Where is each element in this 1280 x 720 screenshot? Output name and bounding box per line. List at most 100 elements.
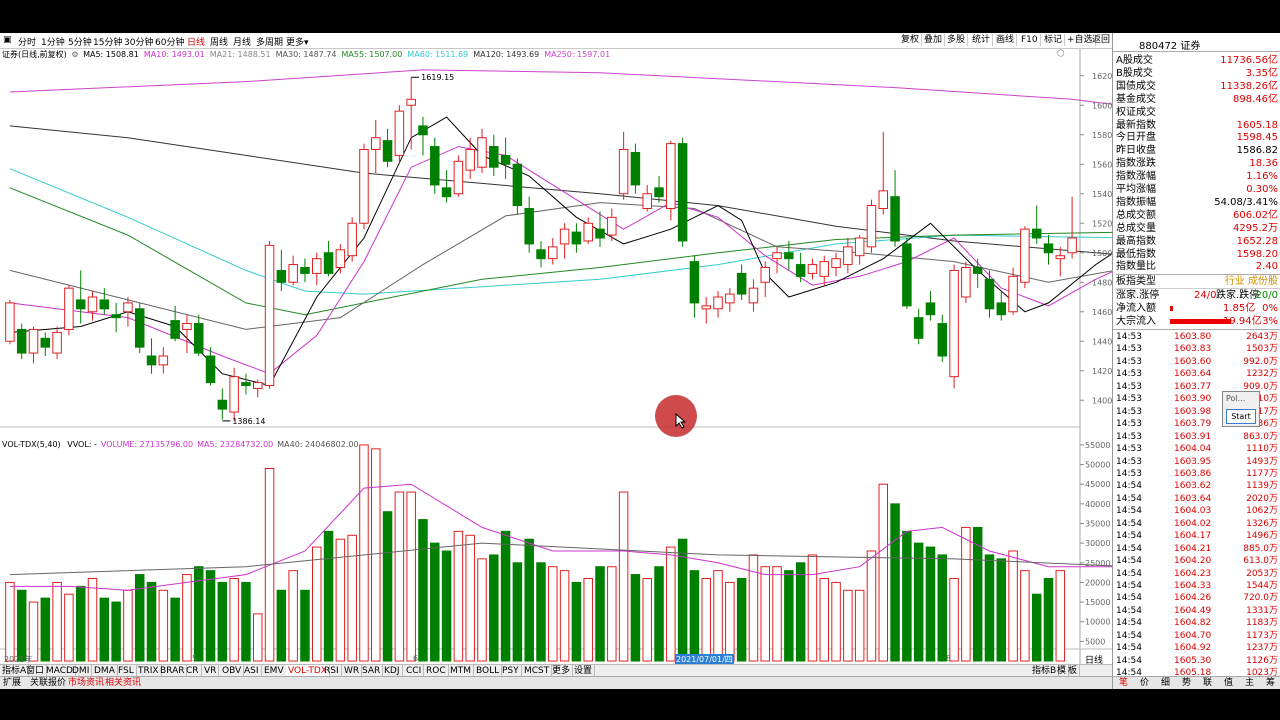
tick-volume: 1544万 (1246, 581, 1278, 591)
candle-body (500, 154, 511, 165)
volume-bar (16, 589, 27, 662)
status-extend[interactable]: 扩展 (3, 677, 21, 689)
candle-body (1008, 275, 1018, 313)
volume-bar (666, 546, 676, 662)
volume-chart-header: VOL-TDX(5,40) VVOL: - VOLUME: 27135796.00… (2, 439, 359, 451)
period-multi[interactable]: 多周期 (256, 35, 283, 48)
period-intraday[interactable]: 分时 (18, 35, 36, 48)
ma-legend-item: MA60: 1511.69 (407, 50, 469, 59)
f10-button[interactable]: F10 (1019, 34, 1041, 46)
volume-bar (890, 503, 900, 662)
candle-body (524, 208, 534, 245)
multi-stock-button[interactable]: 多股 (945, 34, 969, 46)
tick-price: 1603.95 (1174, 456, 1212, 467)
status-market-news[interactable]: 市场资讯 (68, 677, 104, 689)
volume-bar (772, 566, 782, 662)
volume-bar (725, 581, 735, 662)
volume-bar (75, 585, 86, 662)
quote-tab[interactable]: 值 (1224, 677, 1233, 689)
period-daily[interactable]: 日线 (187, 35, 205, 48)
tick-volume: 863.0万 (1243, 431, 1278, 442)
mark-button[interactable]: 标记 (1042, 34, 1066, 46)
candle-body (736, 272, 747, 295)
vol-tick-label: 35000 (1085, 520, 1110, 529)
volume-bar (229, 578, 239, 662)
overlay-button[interactable]: 叠加 (922, 34, 946, 46)
candle-body (642, 193, 652, 209)
toolbar-toggle-icon[interactable]: ▣ (3, 35, 12, 45)
period-30min[interactable]: 30分钟 (124, 35, 153, 48)
volume-bar (548, 566, 558, 662)
quote-tab[interactable]: 笔 (1119, 677, 1128, 689)
volume-bar (394, 491, 405, 662)
quote-tab[interactable]: 价 (1140, 677, 1149, 689)
candle-body (795, 264, 806, 277)
tick-time: 14:54 (1116, 531, 1142, 542)
volume-bar (595, 566, 605, 662)
volume-bar (52, 581, 62, 662)
tick-volume: 720.0万 (1243, 593, 1278, 604)
tick-time: 14:54 (1116, 593, 1142, 604)
tick-price: 1603.86 (1174, 468, 1212, 479)
settings-gear-icon[interactable]: ⚙ (71, 50, 78, 59)
candle-body (689, 261, 700, 304)
vol-tick-label: 40000 (1085, 500, 1110, 509)
tick-time: 14:54 (1116, 605, 1142, 616)
volume-bar (489, 554, 499, 662)
stat-value: 1586.82 (1236, 145, 1278, 157)
period-15min[interactable]: 15分钟 (93, 35, 122, 48)
period-60min[interactable]: 60分钟 (155, 35, 184, 48)
candle-body (323, 252, 334, 274)
stat-label: 平均涨幅 (1116, 184, 1156, 195)
y-tick-label: 1420 (1092, 367, 1112, 376)
tick-volume: 1126万 (1246, 655, 1278, 666)
period-1min[interactable]: 1分钟 (41, 35, 65, 48)
candle-body (146, 355, 157, 366)
draw-line-button[interactable]: 画线 (994, 34, 1018, 46)
volume-bar (241, 581, 251, 662)
tick-volume: 1183万 (1246, 618, 1278, 629)
tick-price: 1604.04 (1174, 444, 1212, 455)
kline-chart[interactable]: 1620 1600 1580 1560 1540 1520 1500 1480 1460 1440… (0, 49, 1112, 665)
volume-bar (642, 578, 652, 662)
quote-tab[interactable]: 势 (1182, 677, 1191, 689)
status-related-quotes[interactable]: 关联报价 (30, 677, 66, 689)
candle-body (359, 149, 369, 224)
stat-row: 平均涨幅 0.30% (1116, 183, 1280, 196)
tick-volume: 1503万 (1246, 344, 1278, 355)
quote-tab[interactable]: 筹 (1266, 677, 1275, 689)
adjust-button[interactable]: 复权 (899, 34, 923, 46)
start-button[interactable]: Start (1226, 409, 1256, 424)
volume-bar (536, 562, 546, 662)
category-links[interactable]: 行业 成份股 (1225, 275, 1278, 288)
stat-label: A股成交 (1116, 55, 1153, 66)
stat-row: 指数涨幅 1.16% (1116, 170, 1280, 183)
quote-tab[interactable]: 主 (1245, 677, 1254, 689)
volume-legend-item: MA5: 23284732.00 (197, 440, 274, 449)
ma-legend-item: MA30: 1487.74 (275, 50, 337, 59)
tick-time: 14:53 (1116, 344, 1142, 355)
candle-body (453, 160, 464, 195)
period-weekly[interactable]: 周线 (210, 35, 228, 48)
period-5min[interactable]: 5分钟 (68, 35, 92, 48)
tick-time: 14:54 (1116, 543, 1142, 554)
quote-tab[interactable]: 联 (1203, 677, 1212, 689)
chart-expand-icon[interactable]: ⬡ (1057, 49, 1065, 59)
period-more[interactable]: 更多▾ (286, 35, 309, 48)
candlestick-series (5, 77, 1077, 421)
tick-row: 14:53 1603.60 992.0万 (1116, 356, 1280, 368)
back-button[interactable]: 返回 (1090, 34, 1114, 46)
tick-volume: 17万 (1257, 406, 1278, 417)
stat-value: 1598.20 (1236, 248, 1278, 260)
period-monthly[interactable]: 月线 (233, 35, 251, 48)
status-related-news[interactable]: 相关资讯 (105, 677, 141, 689)
vol-tick-label: 30000 (1085, 539, 1110, 548)
tick-price: 1604.17 (1174, 531, 1212, 542)
tick-volume: 1493万 (1246, 456, 1278, 467)
volume-bar (453, 530, 464, 662)
volume-legend-item: MA40: 24046802.00 (277, 440, 359, 449)
quote-tab[interactable]: 细 (1161, 677, 1170, 689)
statistics-button[interactable]: 统计 (970, 34, 994, 46)
candle-body (288, 264, 298, 283)
stat-value: 606.02亿 (1233, 209, 1278, 221)
